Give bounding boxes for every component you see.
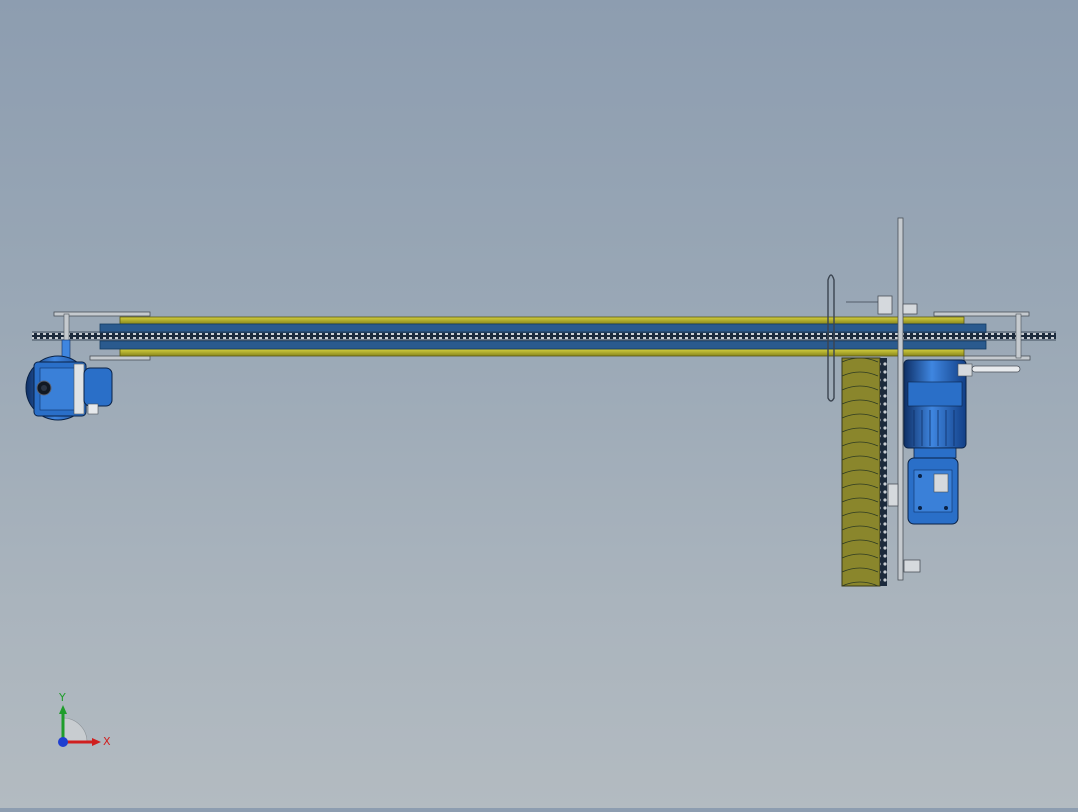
upper-sprocket (877, 295, 893, 315)
side-conveyor-slats (841, 357, 881, 587)
upper-yellow-rail (119, 316, 965, 325)
bottom-guide-bar (89, 355, 151, 361)
right-motor-coupling (913, 447, 957, 459)
right-gearmotor[interactable] (903, 359, 1021, 525)
z-axis-dot (58, 737, 68, 747)
triad-arc (62, 717, 88, 743)
y-axis-label: Y (58, 691, 66, 704)
terminal-box (957, 363, 973, 377)
frame-post-right (1015, 313, 1022, 359)
left-gearmotor[interactable] (25, 339, 113, 421)
cad-viewport[interactable]: Y X (0, 0, 1078, 808)
left-motor-coupling (61, 339, 71, 359)
side-frame-bar (897, 217, 904, 581)
x-axis-label: X (103, 735, 111, 748)
right-motor-shaft (971, 365, 1021, 373)
lower-sprocket (903, 559, 921, 573)
y-axis-arrow (59, 705, 67, 714)
lower-yellow-rail (119, 348, 965, 357)
coordinate-triad[interactable]: Y X (58, 691, 111, 748)
cad-model-view[interactable]: Y X (0, 0, 1078, 808)
side-conveyor-chain (880, 358, 887, 586)
left-motor-flange (83, 367, 113, 407)
x-axis-arrow (92, 738, 101, 746)
belt-lower (99, 340, 987, 350)
top-guide-bar-right (933, 311, 1030, 317)
